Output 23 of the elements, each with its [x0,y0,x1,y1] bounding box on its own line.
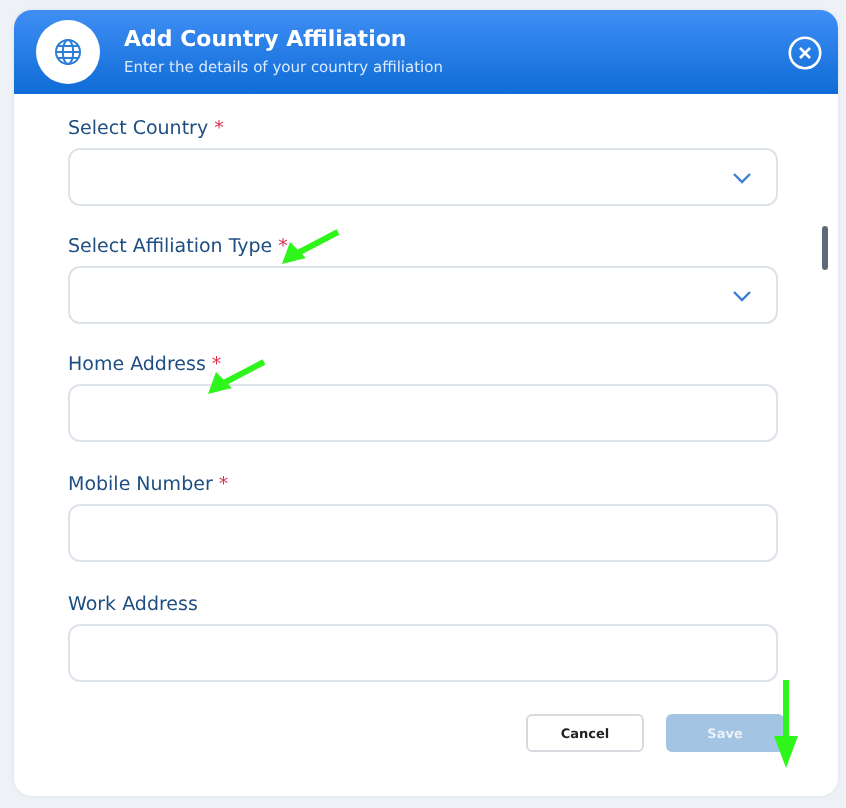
globe-icon [36,20,100,84]
input-field[interactable] [68,504,778,562]
field-label: Mobile Number [68,474,213,496]
annotation-arrow [204,358,268,398]
close-icon[interactable] [788,35,822,69]
field-label: Select Country [68,118,209,140]
field-label: Select Affiliation Type [68,236,273,258]
required-mark: * [218,474,229,496]
dialog-title: Add Country Affiliation [124,26,409,54]
required-mark: * [214,118,224,140]
annotation-arrow [774,680,798,768]
required-mark: * [278,236,288,258]
chevron-down-icon [732,289,752,301]
field-label: Home Address [68,354,206,376]
annotation-arrow [278,228,342,268]
scrollbar-thumb[interactable] [822,226,828,270]
dropdown[interactable] [68,266,778,324]
field-label: Work Address [68,594,198,616]
dropdown[interactable] [68,148,778,206]
input-field[interactable] [68,624,778,682]
required-mark: * [211,354,222,376]
input-field[interactable] [68,384,778,442]
chevron-down-icon [732,171,752,183]
